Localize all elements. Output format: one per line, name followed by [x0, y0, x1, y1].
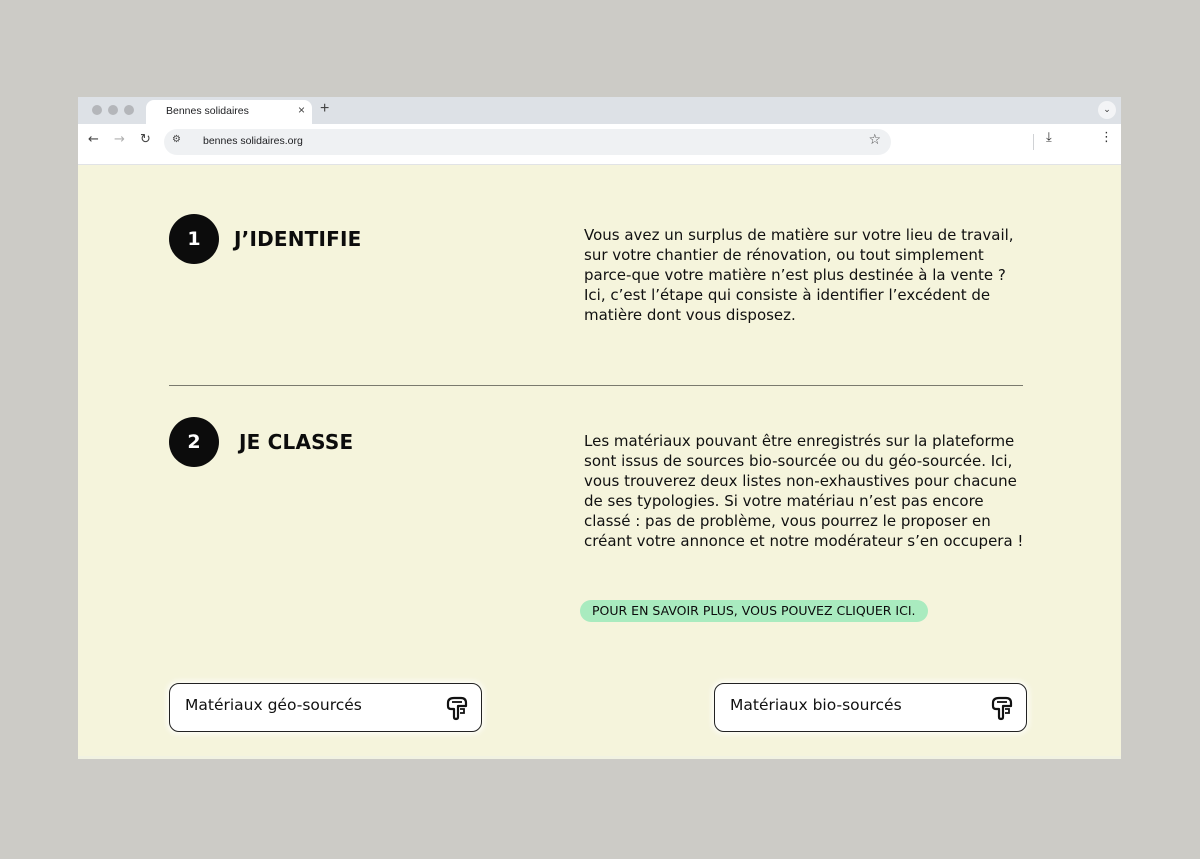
- toolbar-divider: [1033, 134, 1034, 150]
- learn-more-link[interactable]: POUR EN SAVOIR PLUS, VOUS POUVEZ CLIQUER…: [580, 600, 928, 622]
- window-close-dot[interactable]: [92, 105, 102, 115]
- window-minimize-dot[interactable]: [108, 105, 118, 115]
- reload-icon[interactable]: ↻: [140, 132, 151, 147]
- new-tab-icon[interactable]: +: [320, 100, 329, 118]
- step-number-badge: 1: [169, 214, 219, 264]
- material-icon: [991, 696, 1013, 721]
- section-divider: [169, 385, 1023, 386]
- page-bottom-edge: [78, 756, 1121, 759]
- browser-window: Bennes solidaires × + ⌄ ← → ↻ ⚙ bennes s…: [78, 97, 1121, 759]
- step-description: Les matériaux pouvant être enregistrés s…: [584, 432, 1024, 550]
- step-number-badge: 2: [169, 417, 219, 467]
- tab-menu-icon[interactable]: ⌄: [1098, 101, 1116, 119]
- step-title: JE CLASSE: [239, 430, 354, 454]
- back-icon[interactable]: ←: [88, 132, 99, 147]
- button-label: Matériaux géo-sourcés: [185, 696, 362, 714]
- browser-toolbar: ← → ↻ ⚙ bennes solidaires.org ☆ ⤓ ⋮: [78, 124, 1121, 165]
- geo-sourced-materials-button[interactable]: Matériaux géo-sourcés: [169, 683, 482, 732]
- site-info-icon[interactable]: ⚙: [172, 134, 181, 145]
- address-bar[interactable]: ⚙ bennes solidaires.org ☆: [164, 129, 891, 155]
- more-menu-icon[interactable]: ⋮: [1100, 130, 1113, 145]
- material-icon: [446, 696, 468, 721]
- window-maximize-dot[interactable]: [124, 105, 134, 115]
- bookmark-star-icon[interactable]: ☆: [868, 132, 881, 148]
- button-label: Matériaux bio-sourcés: [730, 696, 902, 714]
- tab-title: Bennes solidaires: [166, 105, 249, 117]
- tab-strip: Bennes solidaires × + ⌄: [78, 97, 1121, 124]
- bio-sourced-materials-button[interactable]: Matériaux bio-sourcés: [714, 683, 1027, 732]
- step-title: J’IDENTIFIE: [234, 227, 362, 251]
- active-tab[interactable]: Bennes solidaires ×: [146, 100, 312, 124]
- step-description: Vous avez un surplus de matière sur votr…: [584, 226, 1014, 324]
- download-icon[interactable]: ⤓: [1046, 130, 1052, 145]
- forward-icon[interactable]: →: [114, 132, 125, 147]
- url-text[interactable]: bennes solidaires.org: [203, 135, 303, 147]
- tab-close-icon[interactable]: ×: [298, 103, 305, 117]
